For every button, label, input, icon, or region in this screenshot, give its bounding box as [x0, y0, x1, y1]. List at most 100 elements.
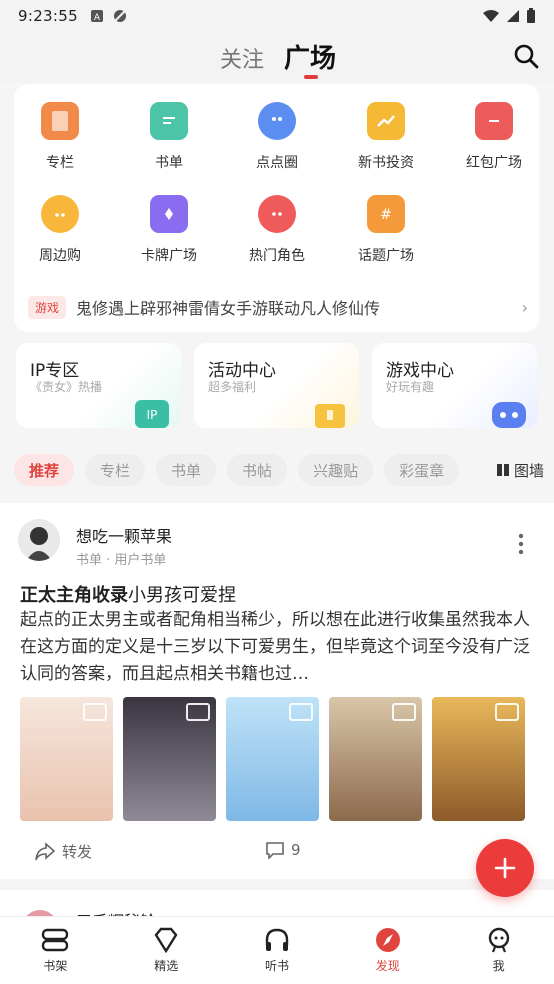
more-options-icon[interactable]	[518, 533, 524, 555]
invest-icon	[367, 102, 405, 140]
status-time: 9:23:55	[18, 7, 78, 25]
grid-item-label: 专栏	[46, 155, 74, 171]
grid-item-characters[interactable]: 热门角色	[227, 195, 327, 265]
post-actions: 转发 9	[0, 833, 554, 873]
grid-item-red-packet[interactable]: 红包广场	[444, 102, 544, 172]
fox-icon	[41, 195, 79, 233]
book-cover[interactable]	[329, 697, 422, 821]
grid-item-planet[interactable]: 点点圈	[227, 102, 327, 172]
create-post-button[interactable]	[476, 839, 534, 897]
top-bar: 关注 广场	[0, 32, 554, 82]
notice-text: 鬼修遇上辟邪神雷倩女手游联动凡人修仙传	[76, 299, 381, 318]
svg-text:IP: IP	[147, 408, 158, 422]
filter-chips: 推荐 专栏 书单 书帖 兴趣贴 彩蛋章 图墙	[14, 453, 544, 487]
post-title: 正太主角收录小男孩可爱捏	[20, 581, 236, 607]
post-author[interactable]: 想吃一颗苹果	[76, 523, 172, 547]
nav-discover[interactable]: 发现	[332, 917, 443, 984]
nav-label: 听书	[264, 959, 289, 973]
search-icon[interactable]	[512, 42, 540, 70]
share-button[interactable]: 转发	[34, 841, 92, 862]
card-icon	[150, 195, 188, 233]
mini-card-activity[interactable]: 活动中心 超多福利	[194, 343, 359, 428]
chip-column[interactable]: 专栏	[85, 454, 146, 486]
book-badge-icon	[392, 703, 416, 721]
diamond-icon	[154, 927, 178, 953]
nav-me[interactable]: 我	[443, 917, 554, 984]
grid-item-label: 话题广场	[358, 248, 414, 264]
character-icon	[258, 195, 296, 233]
chip-easter-egg[interactable]: 彩蛋章	[384, 454, 460, 486]
notice-tag: 游戏	[28, 295, 67, 319]
grid-item-label: 点点圈	[256, 155, 298, 171]
nav-label: 精选	[154, 959, 179, 973]
feature-grid-card: 专栏 书单 点点圈 新书投资 红包广场 周边购 卡牌广场 热门角色 # 话题广场…	[14, 84, 539, 332]
post-body: 起点的正太男主或者配角相当稀少，所以想在此进行收集虽然我本人在这方面的定义是十三…	[20, 610, 530, 684]
tab-active-indicator	[304, 75, 318, 79]
bottom-nav: 书架 精选 听书 发现 我	[0, 916, 554, 984]
plus-icon	[494, 857, 516, 879]
share-icon	[35, 841, 56, 860]
grid-item-label: 热门角色	[249, 248, 305, 264]
grid-item-column[interactable]: 专栏	[10, 102, 110, 172]
book-cover[interactable]	[226, 697, 319, 821]
bookshelf-icon	[42, 928, 69, 952]
grid-item-label: 书单	[155, 155, 183, 171]
nav-label: 书架	[43, 959, 68, 973]
mini-card-subtitle: 《责女》热播	[30, 380, 103, 394]
share-label: 转发	[62, 843, 93, 861]
layout-toggle-label: 图墙	[513, 461, 544, 480]
post-title-rest: 小男孩可爱捏	[128, 585, 236, 606]
nav-label: 我	[492, 959, 505, 973]
book-badge-icon	[186, 703, 210, 721]
tab-follow[interactable]: 关注	[220, 42, 264, 74]
grid-item-booklist[interactable]: 书单	[119, 102, 219, 172]
grid-item-topics[interactable]: # 话题广场	[336, 195, 436, 265]
chip-book-post[interactable]: 书帖	[227, 454, 288, 486]
hashtag-icon: #	[367, 195, 405, 233]
signal-icon	[507, 10, 519, 22]
book-cover[interactable]	[123, 697, 216, 821]
nav-audiobook[interactable]: 听书	[222, 917, 333, 984]
feed-post[interactable]: 想吃一颗苹果 书单 · 用户书单 正太主角收录小男孩可爱捏 起点的正太男主或者配…	[0, 503, 554, 879]
post-title-bold: 正太主角收录	[20, 585, 128, 606]
chip-recommend[interactable]: 推荐	[14, 454, 75, 486]
mini-card-subtitle: 超多福利	[208, 380, 257, 394]
grid-item-merch[interactable]: 周边购	[10, 195, 110, 265]
battery-icon	[527, 8, 535, 23]
compass-icon	[375, 928, 400, 952]
wifi-icon	[483, 10, 499, 22]
book-badge-icon	[495, 703, 519, 721]
grid-item-label: 红包广场	[466, 155, 522, 171]
notice-banner[interactable]: 游戏 鬼修遇上辟邪神雷倩女手游联动凡人修仙传 ›	[28, 292, 528, 322]
book-cover[interactable]	[20, 697, 113, 821]
nav-bookshelf[interactable]: 书架	[0, 917, 111, 984]
profile-icon	[488, 927, 509, 953]
nav-label: 发现	[375, 959, 400, 973]
mini-card-ip[interactable]: IP专区 《责女》热播 IP	[16, 343, 181, 428]
svg-text:A: A	[94, 13, 101, 23]
mini-card-game[interactable]: 游戏中心 好玩有趣	[372, 343, 538, 428]
comment-icon	[266, 842, 284, 859]
ip-icon: IP	[135, 400, 169, 428]
tab-square[interactable]: 广场	[284, 38, 336, 75]
mini-card-subtitle: 好玩有趣	[386, 380, 435, 394]
gift-icon	[315, 404, 345, 428]
layout-toggle[interactable]: 图墙	[496, 460, 544, 481]
planet-icon	[258, 102, 296, 140]
grid-item-label: 周边购	[39, 248, 81, 264]
post-meta: 书单 · 用户书单	[76, 553, 167, 568]
nav-featured[interactable]: 精选	[111, 917, 222, 984]
book-cover-row	[20, 697, 554, 821]
comment-button[interactable]: 9	[265, 841, 301, 859]
grid-item-invest[interactable]: 新书投资	[336, 102, 436, 172]
book-cover[interactable]	[432, 697, 525, 821]
book-badge-icon	[83, 703, 107, 721]
chip-interest-post[interactable]: 兴趣贴	[298, 454, 374, 486]
chevron-right-icon: ›	[521, 297, 528, 317]
chip-booklist[interactable]: 书单	[156, 454, 217, 486]
column-icon	[41, 102, 79, 140]
avatar[interactable]	[18, 519, 60, 561]
grid-item-cards[interactable]: 卡牌广场	[119, 195, 219, 265]
svg-text:#: #	[380, 207, 392, 223]
booklist-icon	[150, 102, 188, 140]
